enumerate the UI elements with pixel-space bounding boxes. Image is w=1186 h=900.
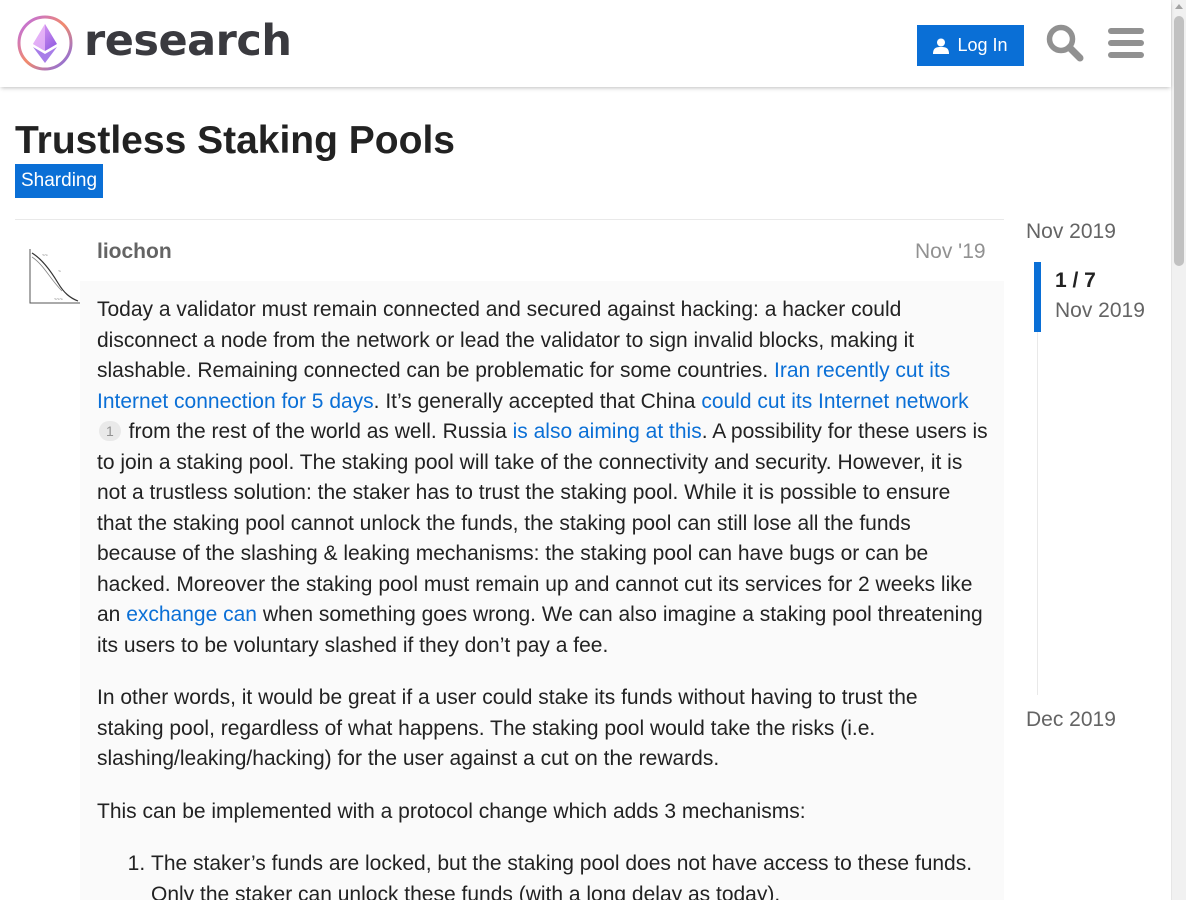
timeline-handle[interactable] <box>1034 262 1041 332</box>
page-scrollbar[interactable] <box>1171 0 1186 900</box>
search-button[interactable] <box>1041 19 1089 67</box>
topic-divider <box>15 219 1004 220</box>
timeline-position: 1 / 7 <box>1055 269 1096 292</box>
scroll-thumb[interactable] <box>1174 16 1184 266</box>
russia-link[interactable]: is also aiming at this <box>513 420 702 443</box>
ethereum-logo-icon <box>17 15 73 71</box>
topic-title[interactable]: Trustless Staking Pools <box>15 119 455 163</box>
post-content: Today a validator must remain connected … <box>97 295 989 900</box>
exchange-link[interactable]: exchange can <box>126 603 257 626</box>
hamburger-icon <box>1108 28 1144 58</box>
post-paragraph: This can be implemented with a protocol … <box>97 799 806 823</box>
post-paragraph: In other words, it would be great if a u… <box>97 686 918 770</box>
scroll-up-arrow-icon[interactable] <box>1175 4 1183 9</box>
search-icon <box>1046 24 1084 62</box>
hamburger-menu-button[interactable] <box>1102 19 1150 67</box>
avatar[interactable]: ~~ ~ ~~~ <box>22 243 85 310</box>
list-item: The staker’s funds are locked, but the s… <box>151 849 989 900</box>
timeline-current-date: Nov 2019 <box>1055 299 1145 322</box>
site-logo[interactable]: research <box>16 14 292 72</box>
post-paragraph: Today a validator must remain connected … <box>97 295 989 661</box>
link-click-count: 1 <box>99 421 121 441</box>
post-author[interactable]: liochon <box>97 240 172 264</box>
post-date[interactable]: Nov '19 <box>915 240 986 264</box>
post-text: from the rest of the world as well. Russ… <box>122 420 513 443</box>
user-icon <box>933 38 950 54</box>
svg-text:~~~: ~~~ <box>54 297 63 303</box>
login-label: Log In <box>957 35 1008 55</box>
login-button[interactable]: Log In <box>917 25 1024 66</box>
logo-text: research <box>84 15 292 66</box>
timeline-end-date[interactable]: Dec 2019 <box>1026 708 1116 732</box>
timeline-start-date[interactable]: Nov 2019 <box>1026 220 1116 244</box>
site-header: research Log In <box>0 0 1171 87</box>
category-badge[interactable]: Sharding <box>15 164 104 198</box>
post-text: . A possibility for these users is to jo… <box>97 420 988 626</box>
mechanisms-list: The staker’s funds are locked, but the s… <box>97 849 989 900</box>
post-text: . It’s generally accepted that China <box>373 389 702 413</box>
china-internet-link[interactable]: could cut its Internet network <box>701 390 968 413</box>
svg-text:~~: ~~ <box>42 253 48 259</box>
svg-text:~: ~ <box>58 269 61 275</box>
